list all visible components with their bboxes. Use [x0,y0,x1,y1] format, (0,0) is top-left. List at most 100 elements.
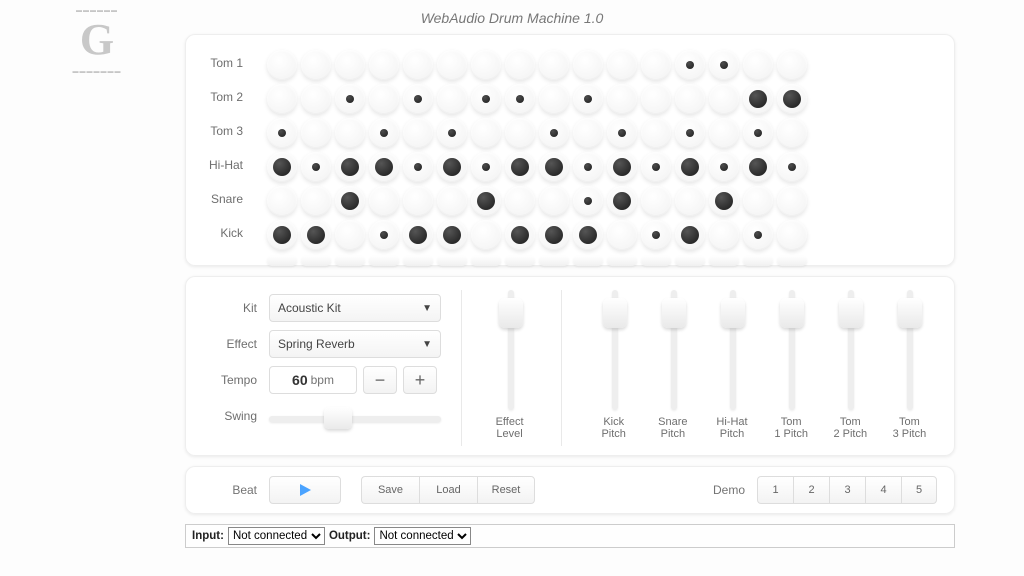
demo-button-5[interactable]: 5 [901,476,937,504]
step-button[interactable] [403,220,433,250]
step-button[interactable] [709,186,739,216]
step-button[interactable] [335,50,365,80]
vertical-slider[interactable] [895,290,923,410]
step-button[interactable] [267,118,297,148]
step-button[interactable] [573,84,603,114]
step-button[interactable] [675,152,705,182]
step-button[interactable] [539,50,569,80]
tempo-decrease-button[interactable]: − [363,366,397,394]
step-button[interactable] [777,220,807,250]
output-select[interactable]: Not connected [374,527,471,545]
step-button[interactable] [607,186,637,216]
tempo-increase-button[interactable]: + [403,366,437,394]
step-button[interactable] [743,50,773,80]
step-button[interactable] [369,220,399,250]
step-button[interactable] [607,220,637,250]
step-button[interactable] [743,84,773,114]
step-button[interactable] [505,152,535,182]
step-button[interactable] [437,152,467,182]
step-button[interactable] [777,152,807,182]
step-button[interactable] [369,50,399,80]
step-button[interactable] [743,220,773,250]
effect-dropdown[interactable]: Spring Reverb ▼ [269,330,441,358]
step-button[interactable] [539,186,569,216]
step-button[interactable] [301,50,331,80]
load-button[interactable]: Load [419,476,477,504]
vertical-slider[interactable] [659,290,687,410]
vertical-slider[interactable] [718,290,746,410]
step-button[interactable] [301,118,331,148]
step-button[interactable] [573,186,603,216]
step-button[interactable] [641,152,671,182]
step-button[interactable] [335,186,365,216]
step-button[interactable] [709,118,739,148]
step-button[interactable] [743,152,773,182]
step-button[interactable] [301,186,331,216]
step-button[interactable] [675,84,705,114]
step-button[interactable] [471,220,501,250]
demo-button-3[interactable]: 3 [829,476,865,504]
step-button[interactable] [403,50,433,80]
demo-button-4[interactable]: 4 [865,476,901,504]
step-button[interactable] [675,220,705,250]
step-button[interactable] [641,50,671,80]
step-button[interactable] [335,84,365,114]
step-button[interactable] [471,118,501,148]
step-button[interactable] [437,50,467,80]
input-select[interactable]: Not connected [228,527,325,545]
step-button[interactable] [539,84,569,114]
step-button[interactable] [437,118,467,148]
save-button[interactable]: Save [361,476,419,504]
step-button[interactable] [301,84,331,114]
step-button[interactable] [743,118,773,148]
vertical-slider[interactable] [496,290,524,410]
demo-button-2[interactable]: 2 [793,476,829,504]
step-button[interactable] [369,118,399,148]
step-button[interactable] [471,186,501,216]
step-button[interactable] [573,118,603,148]
step-button[interactable] [369,186,399,216]
step-button[interactable] [267,186,297,216]
vertical-slider[interactable] [836,290,864,410]
step-button[interactable] [335,118,365,148]
step-button[interactable] [437,220,467,250]
demo-button-1[interactable]: 1 [757,476,793,504]
step-button[interactable] [573,50,603,80]
step-button[interactable] [403,84,433,114]
kit-dropdown[interactable]: Acoustic Kit ▼ [269,294,441,322]
step-button[interactable] [641,84,671,114]
step-button[interactable] [437,186,467,216]
step-button[interactable] [539,118,569,148]
step-button[interactable] [641,220,671,250]
step-button[interactable] [471,152,501,182]
step-button[interactable] [573,220,603,250]
step-button[interactable] [267,152,297,182]
step-button[interactable] [369,84,399,114]
step-button[interactable] [403,118,433,148]
step-button[interactable] [607,50,637,80]
step-button[interactable] [709,50,739,80]
step-button[interactable] [777,118,807,148]
step-button[interactable] [709,152,739,182]
step-button[interactable] [777,84,807,114]
step-button[interactable] [335,152,365,182]
vertical-slider[interactable] [600,290,628,410]
step-button[interactable] [777,50,807,80]
step-button[interactable] [573,152,603,182]
reset-button[interactable]: Reset [477,476,535,504]
step-button[interactable] [403,186,433,216]
step-button[interactable] [403,152,433,182]
play-button[interactable] [269,476,341,504]
step-button[interactable] [539,220,569,250]
step-button[interactable] [301,152,331,182]
step-button[interactable] [607,84,637,114]
step-button[interactable] [743,186,773,216]
step-button[interactable] [675,118,705,148]
step-button[interactable] [607,118,637,148]
step-button[interactable] [267,84,297,114]
step-button[interactable] [471,50,501,80]
step-button[interactable] [505,50,535,80]
step-button[interactable] [709,84,739,114]
step-button[interactable] [301,220,331,250]
step-button[interactable] [437,84,467,114]
